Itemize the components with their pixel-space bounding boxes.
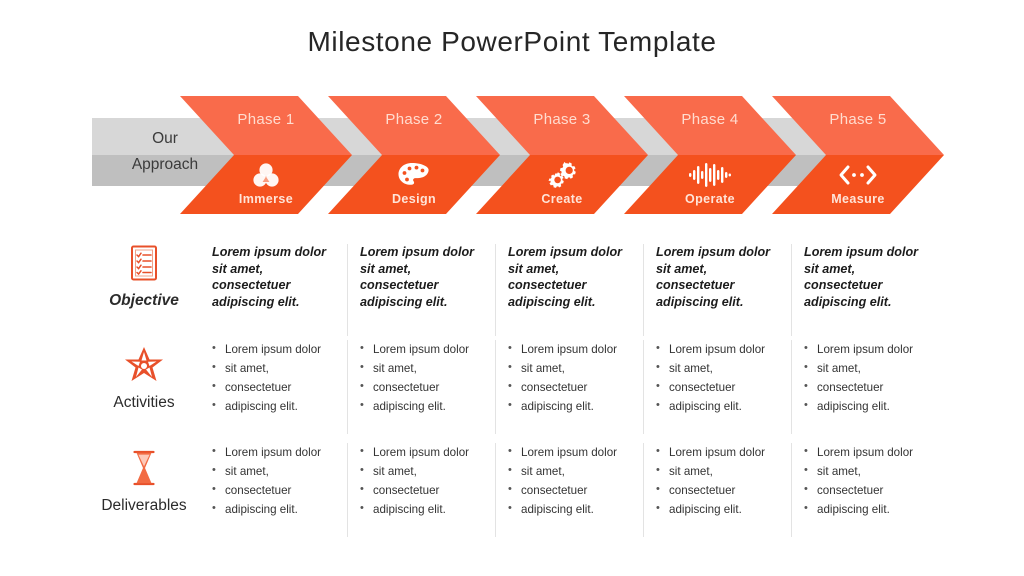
bullet-item: adipiscing elit. [508,499,633,519]
bullet-item: adipiscing elit. [804,499,930,519]
stage-label-5: Measure [831,192,885,206]
objective-text: Lorem ipsum dolor sit amet, consectetuer… [360,245,475,309]
bullet-item: Lorem ipsum dolor [804,442,930,462]
bullet-item: sit amet, [804,358,930,378]
bullet-list: Lorem ipsum dolorsit amet,consectetuerad… [212,442,337,519]
star-burst-icon [86,344,202,386]
approach-label-line1: Our [152,130,178,147]
cell-deliverables-5: Lorem ipsum dolorsit amet,consectetuerad… [792,442,940,537]
objective-text: Lorem ipsum dolor sit amet, consectetuer… [804,245,919,309]
bullet-item: sit amet, [804,461,930,481]
row-label-deliverables: Deliverables [86,447,202,515]
bullet-item: consectetuer [508,480,633,500]
row-label-text: Objective [109,292,179,309]
bullet-item: sit amet, [508,358,633,378]
objective-text: Lorem ipsum dolor sit amet, consectetuer… [656,245,771,309]
bullet-item: sit amet, [212,461,337,481]
bullet-item: Lorem ipsum dolor [360,339,485,359]
content-grid: Objective Activities Deliverables Lorem … [0,232,1024,537]
bullet-item: adipiscing elit. [212,499,337,519]
bullet-list: Lorem ipsum dolorsit amet,consectetuerad… [508,339,633,416]
bullet-item: adipiscing elit. [656,396,781,416]
bullet-item: Lorem ipsum dolor [212,442,337,462]
bullet-item: sit amet, [212,358,337,378]
cell-objective-5: Lorem ipsum dolor sit amet, consectetuer… [792,244,940,336]
objective-text: Lorem ipsum dolor sit amet, consectetuer… [508,245,623,309]
bullet-item: sit amet, [656,461,781,481]
bullet-item: adipiscing elit. [360,396,485,416]
bullet-list: Lorem ipsum dolorsit amet,consectetuerad… [360,339,485,416]
objective-text: Lorem ipsum dolor sit amet, consectetuer… [212,245,327,309]
bullet-item: Lorem ipsum dolor [360,442,485,462]
bullet-item: consectetuer [508,377,633,397]
cell-activities-3: Lorem ipsum dolorsit amet,consectetuerad… [496,339,644,434]
stage-label-3: Create [541,192,583,206]
cell-objective-1: Lorem ipsum dolor sit amet, consectetuer… [200,244,348,336]
cell-activities-1: Lorem ipsum dolorsit amet,consectetuerad… [200,339,348,434]
stage-label-2: Design [391,192,437,206]
bullet-item: consectetuer [804,480,930,500]
bullet-item: adipiscing elit. [804,396,930,416]
bullet-item: adipiscing elit. [212,396,337,416]
bullet-item: sit amet, [508,461,633,481]
bullet-item: Lorem ipsum dolor [656,339,781,359]
bullet-item: consectetuer [360,480,485,500]
cell-activities-2: Lorem ipsum dolorsit amet,consectetuerad… [348,339,496,434]
bullet-item: consectetuer [804,377,930,397]
approach-label-line2: Approach [131,156,199,173]
cell-deliverables-2: Lorem ipsum dolorsit amet,consectetuerad… [348,442,496,537]
bullet-item: Lorem ipsum dolor [656,442,781,462]
cell-activities-4: Lorem ipsum dolorsit amet,consectetuerad… [644,339,792,434]
bullet-list: Lorem ipsum dolorsit amet,consectetuerad… [360,442,485,519]
page-title: Milestone PowerPoint Template [307,26,717,57]
bullet-item: sit amet, [360,461,485,481]
bullet-list: Lorem ipsum dolorsit amet,consectetuerad… [508,442,633,519]
row-label-text: Activities [113,394,175,411]
bullet-list: Lorem ipsum dolorsit amet,consectetuerad… [212,339,337,416]
bullet-item: consectetuer [360,377,485,397]
stage-label-1: Immerse [238,192,294,206]
bullet-item: adipiscing elit. [656,499,781,519]
process-chevron-band: Our Approach Phase 1 Immerse Phase 2 Des… [0,96,1024,216]
cell-deliverables-4: Lorem ipsum dolorsit amet,consectetuerad… [644,442,792,537]
bullet-item: sit amet, [656,358,781,378]
row-label-text: Deliverables [101,497,187,514]
cell-objective-3: Lorem ipsum dolor sit amet, consectetuer… [496,244,644,336]
bullet-list: Lorem ipsum dolorsit amet,consectetuerad… [656,442,781,519]
row-label-objective: Objective [86,242,202,310]
cell-activities-5: Lorem ipsum dolorsit amet,consectetuerad… [792,339,940,434]
cell-objective-4: Lorem ipsum dolor sit amet, consectetuer… [644,244,792,336]
bullet-item: adipiscing elit. [508,396,633,416]
bullet-item: adipiscing elit. [360,499,485,519]
cell-objective-2: Lorem ipsum dolor sit amet, consectetuer… [348,244,496,336]
approach-label: Our Approach [100,126,230,178]
bullet-item: consectetuer [656,480,781,500]
bullet-item: Lorem ipsum dolor [212,339,337,359]
hourglass-icon [86,447,202,489]
bullet-list: Lorem ipsum dolorsit amet,consectetuerad… [656,339,781,416]
checklist-clipboard-icon [86,242,202,284]
bullet-item: consectetuer [212,480,337,500]
bullet-item: Lorem ipsum dolor [804,339,930,359]
bullet-list: Lorem ipsum dolorsit amet,consectetuerad… [804,339,930,416]
bullet-item: consectetuer [656,377,781,397]
bullet-item: Lorem ipsum dolor [508,339,633,359]
bullet-list: Lorem ipsum dolorsit amet,consectetuerad… [804,442,930,519]
bullet-item: consectetuer [212,377,337,397]
cell-deliverables-3: Lorem ipsum dolorsit amet,consectetuerad… [496,442,644,537]
cell-deliverables-1: Lorem ipsum dolorsit amet,consectetuerad… [200,442,348,537]
bullet-item: Lorem ipsum dolor [508,442,633,462]
stage-label-4: Operate [684,192,736,206]
bullet-item: sit amet, [360,358,485,378]
row-label-activities: Activities [86,344,202,412]
